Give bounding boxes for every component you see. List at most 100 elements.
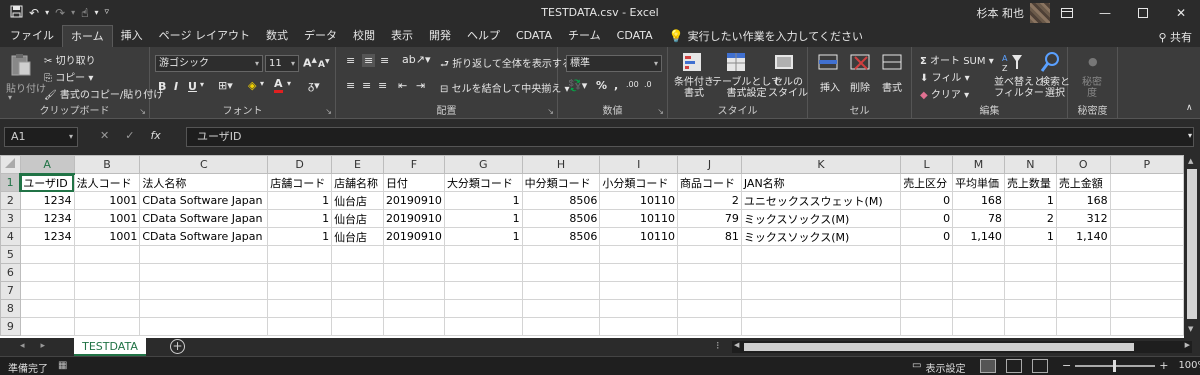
redo-dropdown-icon[interactable]: ▾ bbox=[71, 8, 75, 17]
maximize-icon[interactable] bbox=[1124, 0, 1162, 25]
cell[interactable] bbox=[19, 299, 75, 318]
touch-mode-icon[interactable]: ☝ bbox=[81, 7, 88, 19]
macro-record-icon[interactable]: ▦ bbox=[58, 360, 67, 371]
cell[interactable]: 8506 bbox=[521, 209, 601, 228]
comma-icon[interactable]: , bbox=[614, 79, 618, 92]
cell[interactable] bbox=[331, 317, 384, 336]
cell[interactable]: 1,140 bbox=[1055, 227, 1111, 246]
cell[interactable] bbox=[1003, 245, 1057, 264]
cell[interactable] bbox=[1109, 317, 1184, 336]
decrease-decimal-icon[interactable]: .0 bbox=[644, 80, 652, 89]
account-area[interactable]: 杉本 和也 bbox=[977, 3, 1050, 23]
add-sheet-icon[interactable]: + bbox=[170, 339, 185, 354]
cell[interactable] bbox=[599, 263, 679, 282]
insert-cells-icon[interactable] bbox=[818, 52, 840, 74]
cell[interactable]: ユニセックススウェット(M) bbox=[740, 191, 902, 210]
cell[interactable] bbox=[139, 263, 269, 282]
row-header[interactable]: 3 bbox=[0, 209, 21, 228]
cell[interactable]: 10110 bbox=[599, 191, 679, 210]
cell[interactable]: 仙台店 bbox=[331, 191, 384, 210]
zoom-slider-knob[interactable] bbox=[1113, 359, 1117, 372]
close-icon[interactable]: ✕ bbox=[1162, 0, 1200, 25]
page-layout-view-icon[interactable] bbox=[1006, 359, 1022, 373]
cell[interactable]: 2 bbox=[677, 191, 742, 210]
column-header[interactable]: G bbox=[443, 155, 523, 174]
phonetic-icon[interactable]: ᵹ▾ bbox=[308, 79, 320, 92]
cell[interactable]: 1001 bbox=[73, 209, 141, 228]
cell[interactable] bbox=[139, 281, 269, 300]
borders-icon[interactable]: ⊞▾ bbox=[218, 79, 233, 92]
cell[interactable]: 1 bbox=[267, 227, 333, 246]
tab-help[interactable]: ヘルプ bbox=[459, 25, 508, 47]
cell[interactable]: 法人コード bbox=[73, 173, 141, 192]
cell[interactable]: CData Software Japan bbox=[139, 209, 269, 228]
insert-function-icon[interactable]: fx bbox=[150, 129, 160, 142]
minimize-icon[interactable]: — bbox=[1086, 0, 1124, 25]
column-header[interactable]: O bbox=[1055, 155, 1111, 174]
cell[interactable] bbox=[73, 317, 141, 336]
find-select-icon[interactable] bbox=[1040, 51, 1062, 73]
share-button[interactable]: ⚲ 共有 bbox=[1158, 29, 1192, 45]
cell[interactable]: 1 bbox=[443, 191, 523, 210]
scroll-down-icon[interactable]: ▼ bbox=[1188, 325, 1193, 333]
find-select-label[interactable]: 検索と 選択 bbox=[1040, 77, 1070, 99]
cell[interactable] bbox=[599, 299, 679, 318]
cell[interactable] bbox=[267, 245, 333, 264]
cell[interactable]: 168 bbox=[1055, 191, 1111, 210]
cell[interactable] bbox=[139, 245, 269, 264]
cell[interactable] bbox=[139, 299, 269, 318]
cell[interactable] bbox=[139, 317, 269, 336]
touch-mode-dropdown-icon[interactable]: ▾ bbox=[94, 8, 98, 17]
cell[interactable]: 10110 bbox=[599, 227, 679, 246]
name-box[interactable]: A1 ▾ bbox=[4, 127, 78, 147]
italic-icon[interactable]: I bbox=[174, 80, 178, 93]
sheet-tab-testdata[interactable]: TESTDATA bbox=[74, 338, 146, 356]
cell[interactable] bbox=[19, 317, 75, 336]
conditional-formatting-icon[interactable] bbox=[682, 52, 704, 74]
increase-decimal-icon[interactable]: .00 bbox=[626, 80, 639, 89]
cell[interactable]: 78 bbox=[952, 209, 1005, 228]
cell[interactable] bbox=[952, 263, 1005, 282]
cell[interactable] bbox=[382, 281, 445, 300]
column-header[interactable]: B bbox=[73, 155, 141, 174]
cell[interactable] bbox=[952, 281, 1005, 300]
cell[interactable]: ミックスソックス(M) bbox=[740, 227, 902, 246]
tab-developer[interactable]: 開発 bbox=[421, 25, 459, 47]
zoom-in-icon[interactable]: + bbox=[1159, 359, 1168, 372]
cell[interactable]: ミックスソックス(M) bbox=[740, 209, 902, 228]
cell[interactable]: 10110 bbox=[599, 209, 679, 228]
cell[interactable] bbox=[1109, 209, 1184, 228]
cell[interactable]: 中分類コード bbox=[521, 173, 601, 192]
column-header[interactable]: E bbox=[331, 155, 384, 174]
cell[interactable] bbox=[1109, 263, 1184, 282]
tab-cdata[interactable]: CDATA bbox=[508, 25, 560, 47]
cell[interactable] bbox=[900, 245, 954, 264]
cell[interactable] bbox=[443, 245, 523, 264]
cut-button[interactable]: ✂ 切り取り bbox=[44, 52, 96, 67]
cell[interactable]: 売上区分 bbox=[900, 173, 954, 192]
cell[interactable]: 1 bbox=[443, 209, 523, 228]
cell[interactable]: 312 bbox=[1055, 209, 1111, 228]
cell[interactable] bbox=[1003, 299, 1057, 318]
number-format-combo[interactable]: 標準 ▾ bbox=[566, 55, 662, 72]
zoom-out-icon[interactable]: − bbox=[1062, 359, 1071, 372]
cell[interactable] bbox=[521, 263, 601, 282]
align-middle-icon[interactable]: ≡ bbox=[362, 54, 376, 67]
scroll-right-icon[interactable]: ▶ bbox=[1185, 341, 1190, 349]
cell[interactable]: 1234 bbox=[19, 191, 75, 210]
cell[interactable]: 8506 bbox=[521, 227, 601, 246]
cell[interactable] bbox=[443, 263, 523, 282]
cell[interactable]: 商品コード bbox=[677, 173, 742, 192]
delete-cells-icon[interactable] bbox=[850, 52, 872, 74]
scroll-up-icon[interactable]: ▲ bbox=[1188, 157, 1193, 165]
cell[interactable] bbox=[1003, 317, 1057, 336]
cell[interactable] bbox=[19, 281, 75, 300]
cell[interactable] bbox=[677, 245, 742, 264]
cell[interactable] bbox=[1109, 299, 1184, 318]
cell[interactable] bbox=[952, 245, 1005, 264]
cell[interactable]: 1 bbox=[1003, 227, 1057, 246]
cell[interactable] bbox=[267, 299, 333, 318]
tab-data[interactable]: データ bbox=[296, 25, 345, 47]
cell[interactable]: 売上数量 bbox=[1003, 173, 1057, 192]
cell[interactable]: 20190910 bbox=[382, 209, 445, 228]
